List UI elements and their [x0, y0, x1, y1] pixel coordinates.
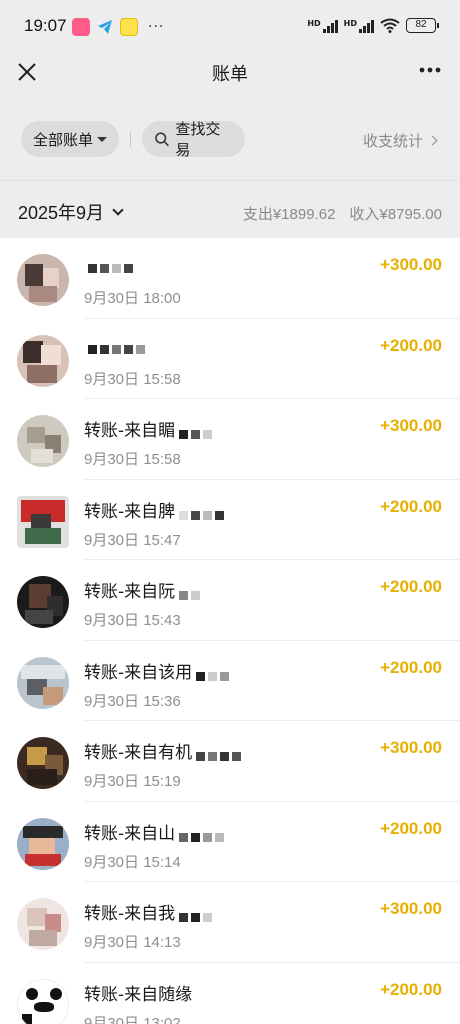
transaction-title: 转账-来自睸: [84, 416, 215, 441]
search-icon: [155, 132, 169, 147]
transaction-amount: +300.00: [380, 899, 442, 918]
month-header: 2025年9月 支出¥1899.62 收入¥8795.00: [0, 180, 460, 238]
avatar: [17, 495, 69, 548]
filter-row: 全部账单 查找交易 收支统计: [0, 118, 460, 160]
title-bar: 账单: [0, 52, 460, 98]
sticker-app-icon: [120, 18, 138, 36]
income-expense-stats-link[interactable]: 收支统计: [362, 130, 438, 151]
transaction-row[interactable]: 转账-来自山 9月30日 15:14 +200.00: [0, 802, 460, 883]
transaction-row[interactable]: 转账-来自脾 9月30日 15:47 +200.00: [0, 480, 460, 561]
transaction-list: 9月30日 18:00 +300.00 9月30日 15:58 +200.00 …: [0, 238, 460, 1024]
transaction-row[interactable]: 9月30日 18:00 +300.00: [0, 238, 460, 319]
chevron-down-icon: [112, 203, 124, 216]
redacted-name: [88, 258, 136, 273]
redacted-name: [196, 666, 232, 681]
transaction-amount: +300.00: [380, 738, 442, 757]
avatar: [17, 334, 69, 387]
more-notifications-icon: ···: [148, 19, 165, 35]
avatar: [17, 415, 69, 467]
avatar: [17, 817, 69, 870]
transaction-title: 转账-来自随缘: [84, 984, 193, 1005]
transaction-amount: +300.00: [380, 255, 442, 274]
status-time: 19:07: [24, 16, 67, 35]
transaction-row[interactable]: 转账-来自随缘 9月30日 13:02 +200.00: [0, 963, 460, 1024]
status-bar: 19:07 ··· HD HD 82: [0, 0, 460, 52]
transaction-time: 9月30日 15:43: [84, 612, 181, 629]
transaction-title: [84, 255, 136, 275]
redacted-name: [179, 827, 227, 842]
transaction-row[interactable]: 转账-来自有机 9月30日 15:19 +300.00: [0, 721, 460, 802]
transaction-amount: +200.00: [380, 657, 442, 677]
transaction-title: 转账-来自该用: [84, 658, 232, 683]
avatar: [17, 978, 69, 1024]
status-indicators: HD HD 82: [307, 18, 439, 33]
transaction-title: 转账-来自脾: [84, 497, 227, 522]
transaction-title: 转账-来自我: [84, 899, 215, 924]
transaction-row[interactable]: 转账-来自阮 9月30日 15:43 +200.00: [0, 560, 460, 641]
more-icon: [419, 67, 441, 73]
transaction-amount: +200.00: [380, 496, 442, 516]
battery-icon: 82: [406, 18, 439, 33]
page-title: 账单: [212, 64, 248, 85]
all-bills-label: 全部账单: [33, 130, 94, 149]
transaction-title: 转账-来自有机: [84, 738, 244, 763]
transaction-row[interactable]: 转账-来自睸 9月30日 15:58 +300.00: [0, 399, 460, 480]
transaction-time: 9月30日 14:13: [84, 934, 181, 951]
transaction-time: 9月30日 13:02: [84, 1014, 181, 1024]
signal-icon-2: HD: [344, 19, 374, 33]
month-expense: 支出¥1899.62: [242, 206, 336, 223]
status-app-icons: ···: [72, 18, 164, 36]
transaction-title: 转账-来自山: [84, 819, 227, 844]
transaction-amount: +200.00: [380, 979, 442, 999]
redacted-name: [179, 907, 215, 922]
transaction-row[interactable]: 转账-来自我 9月30日 14:13 +300.00: [0, 882, 460, 963]
redacted-name: [88, 339, 148, 354]
redacted-name: [196, 746, 244, 761]
avatar: [17, 254, 69, 306]
transaction-time: 9月30日 15:14: [84, 853, 181, 871]
transaction-amount: +200.00: [380, 335, 442, 355]
transaction-amount: +200.00: [380, 577, 442, 596]
transaction-row[interactable]: 9月30日 15:58 +200.00: [0, 319, 460, 400]
month-summary: 支出¥1899.62 收入¥8795.00: [243, 203, 442, 224]
search-label: 查找交易: [175, 120, 221, 159]
search-transactions-button[interactable]: 查找交易: [142, 120, 245, 159]
month-income: 收入¥8795.00: [349, 206, 442, 223]
wifi-icon: [380, 18, 400, 33]
signal-icon: HD: [307, 19, 338, 33]
transaction-row[interactable]: 转账-来自该用 9月30日 15:36 +200.00: [0, 641, 460, 722]
transaction-amount: +200.00: [380, 818, 442, 838]
transaction-time: 9月30日 15:58: [84, 451, 181, 468]
telegram-icon: [96, 18, 114, 36]
redacted-name: [179, 585, 203, 600]
avatar: [17, 898, 69, 950]
transaction-time: 9月30日 18:00: [84, 290, 181, 307]
more-button[interactable]: [418, 58, 442, 87]
video-app-icon: [72, 18, 90, 36]
transaction-time: 9月30日 15:36: [84, 692, 181, 710]
transaction-time: 9月30日 15:19: [84, 773, 181, 790]
transaction-amount: +300.00: [380, 416, 442, 435]
caret-down-icon: [97, 136, 107, 142]
chevron-right-icon: [427, 135, 438, 146]
transaction-title: [84, 336, 148, 356]
redacted-name: [179, 505, 227, 520]
transaction-title: 转账-来自阮: [84, 577, 203, 602]
month-label: 2025年9月: [18, 203, 105, 223]
filter-divider: [130, 131, 131, 147]
stats-label: 收支统计: [362, 132, 423, 150]
avatar: [17, 656, 69, 709]
all-bills-filter[interactable]: 全部账单: [21, 121, 119, 157]
avatar: [17, 576, 69, 628]
transaction-time: 9月30日 15:58: [84, 370, 181, 388]
avatar: [17, 737, 69, 789]
redacted-name: [179, 424, 215, 439]
month-selector[interactable]: 2025年9月: [18, 199, 124, 225]
transaction-time: 9月30日 15:47: [84, 531, 181, 549]
